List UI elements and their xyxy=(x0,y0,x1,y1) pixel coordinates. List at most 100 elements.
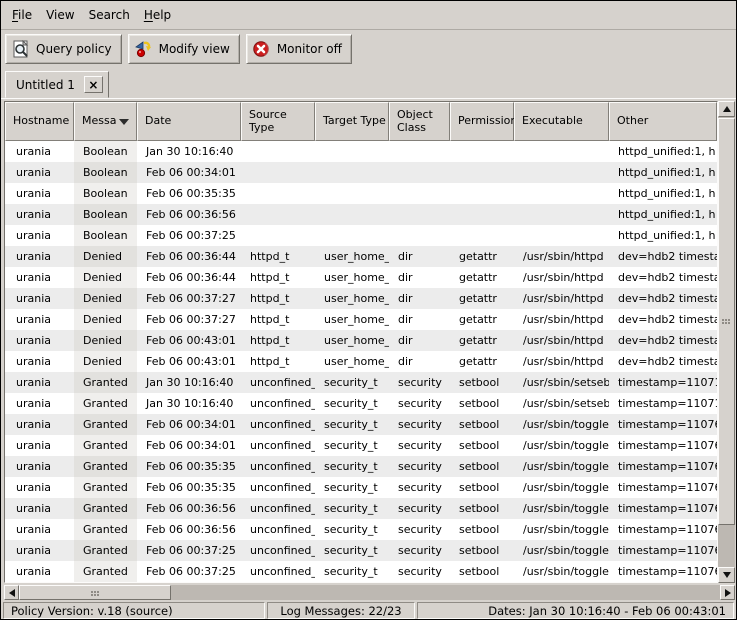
cell-permission xyxy=(450,162,514,183)
table-row[interactable]: uraniaBooleanFeb 06 00:35:35httpd_unifie… xyxy=(5,183,717,204)
table-row[interactable]: uraniaGrantedFeb 06 00:34:01unconfined_s… xyxy=(5,435,717,456)
cell-permission xyxy=(450,225,514,246)
horizontal-scrollbar-thumb[interactable] xyxy=(19,585,171,600)
scroll-down-button[interactable] xyxy=(718,567,735,583)
cell-target-type: security_t xyxy=(315,414,389,435)
column-header-source-type[interactable]: Source Type xyxy=(241,102,315,141)
cell-object-class: security xyxy=(389,456,450,477)
query-policy-button[interactable]: Query policy xyxy=(5,34,122,64)
table-row[interactable]: uraniaBooleanFeb 06 00:36:56httpd_unifie… xyxy=(5,204,717,225)
table-row[interactable]: uraniaDeniedFeb 06 00:37:27httpd_tuser_h… xyxy=(5,309,717,330)
column-header-messa[interactable]: Messa xyxy=(74,102,137,141)
cell-source-type xyxy=(241,183,315,204)
column-header-label: Executable xyxy=(522,115,583,128)
cell-source-type xyxy=(241,225,315,246)
table-row[interactable]: uraniaBooleanJan 30 10:16:40httpd_unifie… xyxy=(5,141,717,162)
cell-other: timestamp=11076 xyxy=(609,540,717,561)
menu-item-view[interactable]: View xyxy=(39,3,81,27)
thumb-grip xyxy=(91,591,93,593)
monitor-off-label: Monitor off xyxy=(277,42,342,56)
cell-hostname: urania xyxy=(5,267,74,288)
log-view-page: HostnameMessaDateSource TypeTarget TypeO… xyxy=(1,98,736,601)
close-icon: × xyxy=(88,79,98,91)
table-row[interactable]: uraniaGrantedFeb 06 00:34:01unconfined_s… xyxy=(5,414,717,435)
cell-date: Feb 06 00:35:35 xyxy=(137,477,241,498)
table-row[interactable]: uraniaGrantedFeb 06 00:37:25unconfined_s… xyxy=(5,540,717,561)
cell-target-type: user_home_ xyxy=(315,288,389,309)
cell-hostname: urania xyxy=(5,225,74,246)
table-row[interactable]: uraniaGrantedFeb 06 00:35:35unconfined_s… xyxy=(5,456,717,477)
query-policy-icon xyxy=(11,40,31,58)
cell-object-class: dir xyxy=(389,246,450,267)
cell-object-class xyxy=(389,183,450,204)
cell-date: Feb 06 00:36:44 xyxy=(137,246,241,267)
scroll-left-button[interactable] xyxy=(4,585,19,600)
table-row[interactable]: uraniaBooleanFeb 06 00:34:01httpd_unifie… xyxy=(5,162,717,183)
cell-source-type: unconfined_ xyxy=(241,477,315,498)
cell-messa: Granted xyxy=(74,414,137,435)
cell-other: dev=hdb2 timesta xyxy=(609,330,717,351)
cell-target-type xyxy=(315,162,389,183)
cell-source-type: httpd_t xyxy=(241,288,315,309)
scroll-right-button[interactable] xyxy=(720,585,735,600)
cell-date: Feb 06 00:37:27 xyxy=(137,309,241,330)
cell-hostname: urania xyxy=(5,435,74,456)
tab-close-button[interactable]: × xyxy=(84,76,103,93)
cell-object-class: dir xyxy=(389,351,450,372)
table-row[interactable]: uraniaGrantedFeb 06 00:36:56unconfined_s… xyxy=(5,519,717,540)
scroll-up-button[interactable] xyxy=(718,101,735,117)
table-row[interactable]: uraniaGrantedJan 30 10:16:40unconfined_s… xyxy=(5,372,717,393)
table-row[interactable]: uraniaGrantedJan 30 10:16:40unconfined_s… xyxy=(5,393,717,414)
cell-permission: getattr xyxy=(450,288,514,309)
cell-executable: /usr/sbin/toggle xyxy=(514,414,609,435)
table-row[interactable]: uraniaDeniedFeb 06 00:43:01httpd_tuser_h… xyxy=(5,351,717,372)
cell-source-type: unconfined_ xyxy=(241,393,315,414)
cell-date: Jan 30 10:16:40 xyxy=(137,372,241,393)
cell-messa: Granted xyxy=(74,435,137,456)
cell-object-class: security xyxy=(389,393,450,414)
cell-date: Feb 06 00:35:35 xyxy=(137,456,241,477)
query-policy-label: Query policy xyxy=(36,42,112,56)
table-row[interactable]: uraniaBooleanFeb 06 00:37:25httpd_unifie… xyxy=(5,225,717,246)
cell-messa: Denied xyxy=(74,246,137,267)
column-header-hostname[interactable]: Hostname xyxy=(5,102,74,141)
table-row[interactable]: uraniaDeniedFeb 06 00:37:27httpd_tuser_h… xyxy=(5,288,717,309)
cell-target-type: user_home_ xyxy=(315,309,389,330)
table-row[interactable]: uraniaDeniedFeb 06 00:43:01httpd_tuser_h… xyxy=(5,330,717,351)
table-row[interactable]: uraniaGrantedFeb 06 00:35:35unconfined_s… xyxy=(5,477,717,498)
column-header-executable[interactable]: Executable xyxy=(514,102,609,141)
menu-bar: FileViewSearchHelp xyxy=(1,1,736,30)
table-row[interactable]: uraniaDeniedFeb 06 00:36:44httpd_tuser_h… xyxy=(5,246,717,267)
cell-hostname: urania xyxy=(5,162,74,183)
table-row[interactable]: uraniaDeniedFeb 06 00:36:44httpd_tuser_h… xyxy=(5,267,717,288)
table-row[interactable]: uraniaGrantedFeb 06 00:37:25unconfined_s… xyxy=(5,561,717,582)
column-header-other[interactable]: Other xyxy=(609,102,717,141)
tab-strip: Untitled 1 × xyxy=(1,68,736,98)
cell-hostname: urania xyxy=(5,393,74,414)
cell-hostname: urania xyxy=(5,246,74,267)
tab-untitled-1[interactable]: Untitled 1 × xyxy=(5,71,109,98)
cell-source-type xyxy=(241,141,315,162)
horizontal-scrollbar[interactable] xyxy=(4,585,735,600)
modify-view-button[interactable]: Modify view xyxy=(128,34,240,64)
cell-hostname: urania xyxy=(5,141,74,162)
table-row[interactable]: uraniaGrantedFeb 06 00:36:56unconfined_s… xyxy=(5,498,717,519)
menu-item-file[interactable]: File xyxy=(5,3,39,27)
cell-date: Jan 30 10:16:40 xyxy=(137,393,241,414)
menu-item-search[interactable]: Search xyxy=(82,3,137,27)
cell-date: Feb 06 00:43:01 xyxy=(137,351,241,372)
column-header-permission[interactable]: Permission xyxy=(450,102,514,141)
column-header-target-type[interactable]: Target Type xyxy=(315,102,389,141)
monitor-off-button[interactable]: Monitor off xyxy=(246,34,352,64)
column-header-date[interactable]: Date xyxy=(137,102,241,141)
vertical-scrollbar-thumb[interactable] xyxy=(718,118,735,525)
cell-other: timestamp=11076 xyxy=(609,456,717,477)
cell-object-class xyxy=(389,141,450,162)
vertical-scrollbar[interactable] xyxy=(718,101,735,583)
cell-object-class: security xyxy=(389,540,450,561)
menu-item-help[interactable]: Help xyxy=(137,3,178,27)
cell-date: Feb 06 00:36:56 xyxy=(137,204,241,225)
cell-source-type: unconfined_ xyxy=(241,519,315,540)
column-header-object-class[interactable]: Object Class xyxy=(389,102,450,141)
cell-permission: setbool xyxy=(450,477,514,498)
